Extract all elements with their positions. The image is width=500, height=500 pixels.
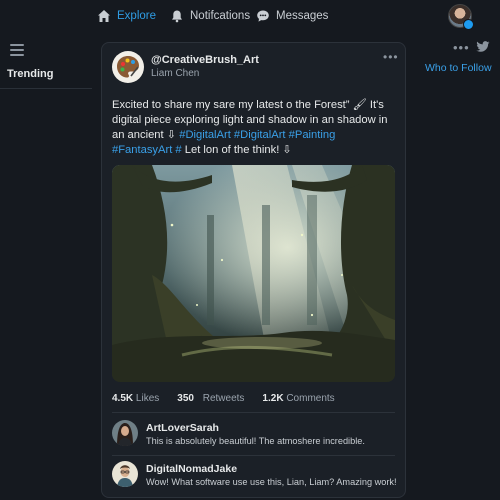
retweets-count: 350: [177, 393, 194, 404]
palette-icon: [117, 56, 139, 78]
divider: [112, 412, 395, 413]
nav-explore-label: Explore: [117, 10, 156, 22]
author-handle[interactable]: @CreativeBrush_Art: [151, 54, 259, 66]
post-text: Excited to share my sare my latest o the…: [112, 98, 397, 158]
comments-label: Comments: [286, 393, 335, 404]
retweets-label: Retweets: [202, 393, 245, 404]
person-avatar-icon: [112, 461, 138, 487]
post-options-icon[interactable]: •••: [383, 50, 399, 64]
nav-messages-label: Messages: [276, 10, 329, 22]
post-image[interactable]: [112, 165, 395, 382]
status-badge: [463, 19, 474, 30]
divider: [112, 455, 395, 456]
twitter-bird-icon: [476, 41, 490, 52]
home-icon: [98, 10, 110, 22]
commenter-name[interactable]: ArtLoverSarah: [146, 422, 219, 434]
retweets-stat[interactable]: 350 Retweets: [177, 393, 244, 404]
nav-notifications-label: Notifcations: [190, 10, 251, 22]
forest-painting-image: [112, 165, 395, 382]
comment-item: ArtLoverSarah This is absolutely beautif…: [112, 420, 395, 452]
nav-notifications[interactable]: Notifcations: [170, 6, 250, 26]
author-avatar[interactable]: [112, 51, 144, 83]
chat-bubble-icon: [257, 10, 269, 22]
comment-text: Wow! What software use use this, Lian, L…: [146, 477, 397, 487]
author-name: Liam Chen: [151, 68, 200, 79]
likes-count: 4.5K: [112, 393, 134, 404]
who-to-follow-link[interactable]: Who to Follow: [425, 62, 492, 74]
commenter-name[interactable]: DigitalNomadJake: [146, 463, 237, 475]
hamburger-menu-icon[interactable]: [10, 44, 24, 56]
commenter-avatar[interactable]: [112, 420, 138, 446]
comment-item: DigitalNomadJake Wow! What software use …: [112, 461, 397, 493]
comment-text: This is absolutely beautiful! The atmosh…: [146, 436, 365, 446]
comments-stat[interactable]: 1.2K Comments: [262, 393, 334, 404]
bell-icon: [172, 10, 182, 23]
post-stats: 4.5K Likes 350 Retweets 1.2K Comments: [112, 393, 335, 404]
nav-messages[interactable]: Messages: [256, 6, 328, 26]
likes-label: Likes: [135, 393, 160, 404]
user-avatar[interactable]: [448, 4, 474, 30]
commenter-avatar[interactable]: [112, 461, 138, 487]
sidebar-divider: [0, 88, 92, 89]
trending-link[interactable]: Trending: [7, 68, 53, 80]
comments-count: 1.2K: [262, 393, 284, 404]
top-navigation: Explore Notifcations Messages: [0, 0, 500, 32]
person-avatar-icon: [112, 420, 138, 446]
more-options-icon[interactable]: •••: [453, 40, 470, 55]
nav-explore[interactable]: Explore: [97, 6, 156, 26]
post-text-end: Let lon of the think! ⇩: [181, 144, 292, 156]
likes-stat[interactable]: 4.5K Likes: [112, 393, 159, 404]
post-card: @CreativeBrush_Art Liam Chen ••• Excited…: [101, 42, 406, 498]
